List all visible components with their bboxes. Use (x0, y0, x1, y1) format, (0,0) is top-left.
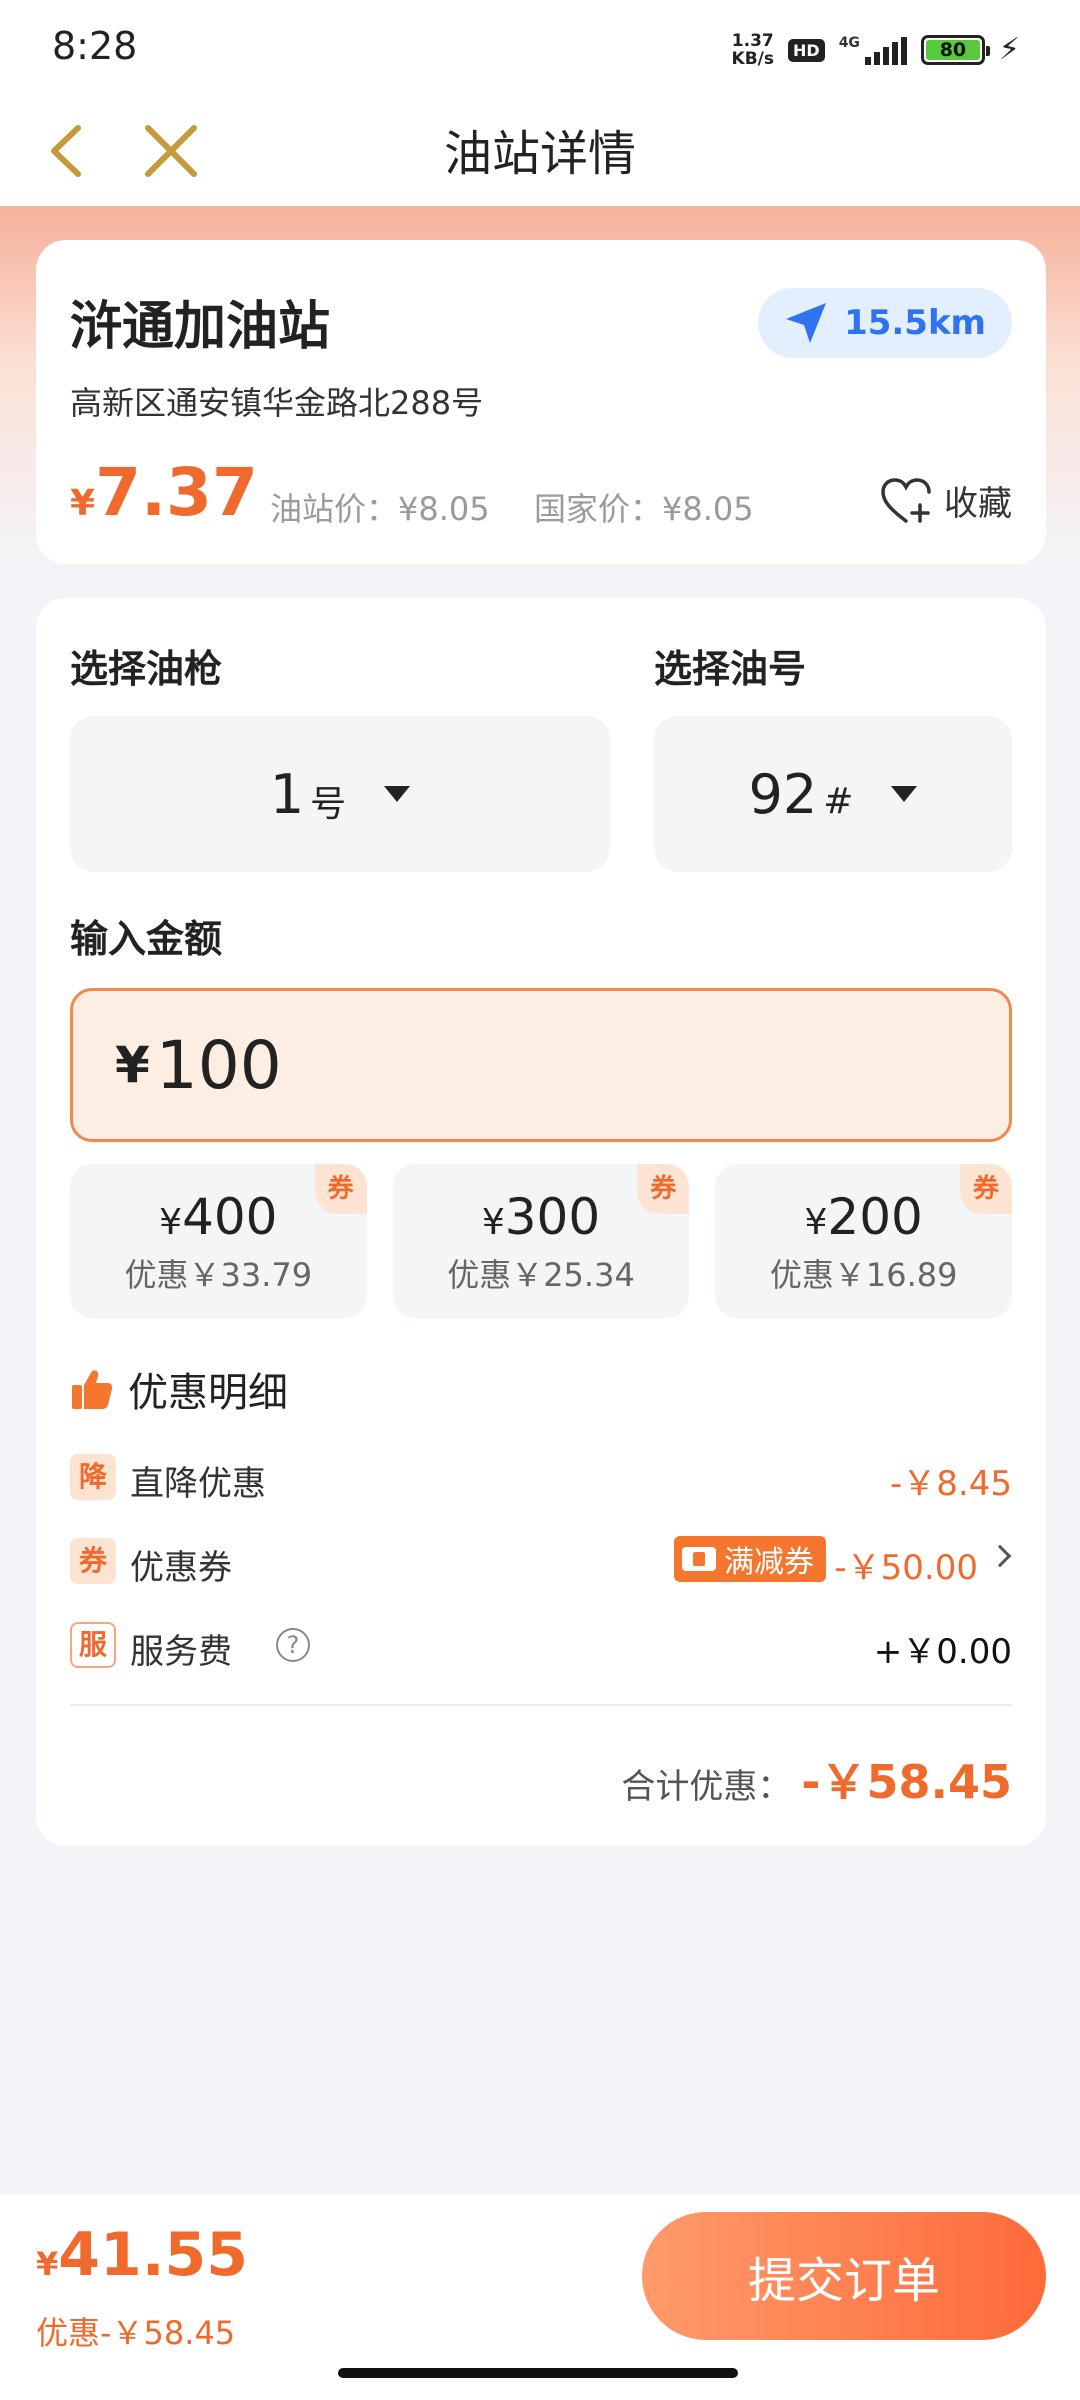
page-title: 油站详情 (443, 126, 636, 182)
battery-level: 80 (925, 40, 980, 60)
amount-label: 输入金额 (70, 917, 223, 961)
total-discount-row: 合计优惠： -￥58.45 (621, 1746, 1012, 1812)
coupon-type-chip: 满减券 (674, 1536, 826, 1582)
net-speed-value: 1.37 (731, 31, 774, 51)
hd-icon: HD (788, 38, 825, 62)
chevron-right-icon (988, 1544, 1012, 1568)
fuel-unit: # (823, 780, 854, 822)
discount-detail-title: 优惠明细 (128, 1370, 288, 1416)
service-fee-tag: 服 (70, 1622, 116, 1668)
thumbs-up-icon (72, 1370, 113, 1409)
amount-currency: ¥ (115, 1036, 150, 1094)
preset-amount-400[interactable]: ¥400 优惠￥33.79 券 (70, 1164, 367, 1318)
pay-amount-value: 41.55 (58, 2220, 249, 2290)
preset-discount: 优惠￥16.89 (769, 1256, 958, 1294)
fuel-value: 92 (748, 762, 818, 826)
coupon-badge: 券 (314, 1164, 367, 1214)
preset-amount-300[interactable]: ¥300 优惠￥25.34 券 (392, 1164, 690, 1318)
direct-discount-value: -￥8.45 (890, 1464, 1012, 1504)
network-type: 4G (838, 35, 860, 51)
battery-icon: 80 (920, 35, 990, 65)
coupon-type-label: 满减券 (724, 1545, 814, 1580)
status-icons: 1.37 KB/s HD 4G 80 ⚡ (732, 28, 1020, 72)
fuel-select[interactable]: 92 # (654, 716, 1012, 872)
national-price: 国家价：¥8.05 (534, 490, 754, 528)
coupon-badge: 券 (960, 1164, 1013, 1214)
amount-presets: ¥400 优惠￥33.79 券 ¥300 优惠￥25.34 券 ¥200 优惠￥… (70, 1164, 1013, 1318)
member-price-currency: ¥ (70, 483, 96, 524)
coupon-value: -￥50.00 (834, 1548, 978, 1588)
service-fee-label: 服务费 (130, 1632, 232, 1672)
service-fee-value: +￥0.00 (873, 1632, 1012, 1672)
preset-value: 200 (827, 1188, 923, 1246)
navigation-arrow-icon (786, 303, 827, 343)
coupon-row[interactable]: 券 优惠券 满减券 -￥50.00 (70, 1534, 1012, 1594)
amount-input[interactable]: ¥ 100 (70, 988, 1012, 1142)
checkout-bar: ¥41.55 优惠-￥58.45 提交订单 (0, 2194, 1080, 2400)
station-address: 高新区通安镇华金路北288号 (70, 384, 484, 422)
coupon-label: 优惠券 (130, 1548, 232, 1588)
nav-bar: 油站详情 (0, 96, 1080, 206)
preset-discount: 优惠￥33.79 (124, 1256, 313, 1294)
service-fee-row: 服 服务费 ? +￥0.00 (70, 1618, 1012, 1678)
pay-currency: ¥ (36, 2245, 59, 2283)
distance-value: 15.5km (844, 303, 986, 343)
fuel-label: 选择油号 (654, 647, 807, 691)
discount-detail-header: 优惠明细 (70, 1360, 288, 1418)
favorite-label: 收藏 (944, 484, 1012, 524)
status-time: 8:28 (52, 24, 138, 68)
member-price-value: 7.37 (95, 454, 258, 531)
direct-discount-row: 降 直降优惠 -￥8.45 (70, 1450, 1012, 1510)
divider (70, 1704, 1012, 1706)
preset-value: 300 (504, 1188, 601, 1246)
nozzle-select[interactable]: 1 号 (70, 716, 610, 872)
charging-icon: ⚡ (998, 32, 1020, 67)
preset-value: 400 (182, 1188, 278, 1246)
total-discount-label: 合计优惠： (621, 1767, 792, 1807)
pay-discount: 优惠-￥58.45 (36, 2314, 236, 2352)
total-discount-value: -￥58.45 (801, 1755, 1012, 1809)
distance-button[interactable]: 15.5km (758, 288, 1012, 358)
preset-amount-200[interactable]: ¥200 优惠￥16.89 券 (715, 1164, 1013, 1318)
preset-currency: ¥ (804, 1202, 828, 1243)
nozzle-label: 选择油枪 (70, 647, 223, 691)
preset-currency: ¥ (481, 1202, 505, 1243)
nozzle-unit: 号 (310, 784, 347, 825)
direct-discount-tag: 降 (70, 1454, 116, 1500)
nozzle-value: 1 (269, 762, 305, 826)
station-card: 浒通加油站 15.5km 高新区通安镇华金路北288号 ¥7.37 油站价：¥8… (36, 240, 1046, 564)
caret-down-icon (384, 786, 411, 802)
member-price: ¥7.37 (70, 454, 258, 531)
heart-plus-icon (881, 477, 931, 523)
status-bar: 8:28 1.37 KB/s HD 4G 80 ⚡ (0, 0, 1080, 96)
coupon-tag: 券 (70, 1538, 116, 1584)
home-indicator[interactable] (338, 2368, 738, 2378)
station-name: 浒通加油站 (70, 297, 331, 357)
station-price: 油站价：¥8.05 (270, 490, 490, 528)
preset-currency: ¥ (159, 1202, 183, 1243)
signal-icon: 4G (839, 35, 907, 65)
help-icon[interactable]: ? (276, 1628, 310, 1662)
direct-discount-label: 直降优惠 (130, 1464, 266, 1504)
order-form-card: 选择油枪 选择油号 1 号 92 # 输入金额 ¥ 100 ¥400 优惠￥33… (36, 598, 1046, 1846)
price-row: ¥7.37 油站价：¥8.05 国家价：¥8.05 收藏 (70, 454, 1012, 534)
favorite-button[interactable]: 收藏 (880, 476, 1012, 525)
pay-amount: ¥41.55 (36, 2220, 248, 2290)
caret-down-icon (891, 786, 918, 802)
coupon-badge: 券 (637, 1164, 690, 1214)
ticket-icon (682, 1547, 716, 1571)
net-speed-unit: KB/s (731, 49, 775, 69)
preset-discount: 优惠￥25.34 (447, 1256, 635, 1294)
net-speed: 1.37 KB/s (732, 32, 774, 68)
amount-value: 100 (155, 1026, 282, 1104)
submit-order-button[interactable]: 提交订单 (642, 2212, 1046, 2340)
